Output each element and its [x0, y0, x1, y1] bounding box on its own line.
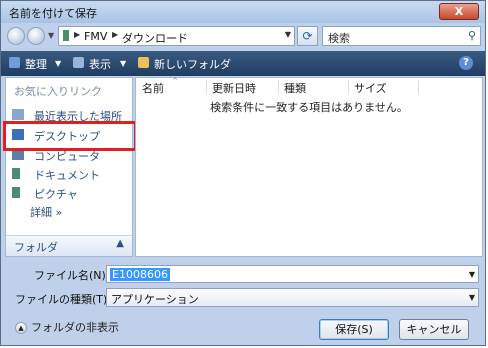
save-button[interactable]: 保存(S)	[319, 319, 389, 340]
chevron-down-icon: ▼	[55, 59, 62, 68]
filename-label: ファイル名(N):	[34, 269, 110, 282]
command-toolbar: 整理 ▼ 表示 ▼ 新しいフォルダ ?	[1, 51, 485, 76]
cancel-button[interactable]: キャンセル	[399, 319, 469, 340]
column-divider[interactable]	[418, 80, 419, 94]
address-bar[interactable]: ▶ FMV ▶ ダウンロード ▼	[58, 26, 295, 46]
breadcrumb-separator-icon[interactable]: ▶	[74, 30, 80, 39]
filetype-select[interactable]: アプリケーション ▼	[106, 288, 479, 307]
desktop-highlight-frame	[3, 121, 137, 151]
navigation-pane: お気に入りリンク 最近表示した場所 デスクトップ コンピュータ ドキュメント ピ…	[5, 77, 133, 257]
breadcrumb-separator-icon[interactable]: ▶	[112, 30, 118, 39]
pictures-icon	[12, 187, 20, 198]
search-icon[interactable]: ⚲	[468, 29, 476, 42]
filetype-value: アプリケーション	[111, 293, 199, 306]
organize-icon	[9, 57, 20, 68]
column-divider[interactable]	[206, 80, 207, 94]
new-folder-button[interactable]: 新しいフォルダ	[154, 56, 231, 72]
documents-icon	[12, 168, 20, 179]
column-header-date[interactable]: 更新日時	[212, 80, 256, 96]
save-as-dialog: 名前を付けて保存 X ▼ ▶ FMV ▶ ダウンロード ▼ ⟳ 検索 ⚲ 整理 …	[0, 0, 486, 346]
search-input[interactable]: 検索 ⚲	[322, 26, 481, 46]
refresh-button[interactable]: ⟳	[297, 26, 318, 46]
folders-label: フォルダ	[14, 241, 58, 254]
chevron-down-icon: ▼	[120, 59, 127, 68]
hide-folders-toggle[interactable]: ▲ フォルダの非表示	[15, 319, 119, 335]
breadcrumb-fmv[interactable]: FMV	[84, 30, 107, 43]
hide-folders-label: フォルダの非表示	[31, 321, 119, 334]
window-title: 名前を付けて保存	[9, 7, 97, 20]
empty-folder-message: 検索条件に一致する項目はありません。	[210, 101, 408, 114]
sidebar-item-pictures[interactable]: ピクチャ	[12, 184, 132, 202]
back-button[interactable]	[7, 27, 25, 45]
title-bar: 名前を付けて保存 X	[1, 1, 485, 23]
folders-toggle[interactable]: フォルダ ▲	[6, 235, 132, 256]
details-link[interactable]: 詳細 »	[30, 204, 62, 220]
chevron-down-icon[interactable]: ▼	[469, 270, 475, 279]
column-header-size[interactable]: サイズ	[354, 80, 387, 96]
sidebar-item-label: ピクチャ	[34, 188, 78, 201]
new-folder-icon	[138, 57, 149, 68]
favorite-links-header: お気に入りリンク	[14, 85, 102, 98]
search-placeholder: 検索	[328, 32, 350, 45]
breadcrumb-downloads[interactable]: ダウンロード	[122, 30, 188, 46]
address-row: ▼ ▶ FMV ▶ ダウンロード ▼ ⟳ 検索 ⚲	[1, 23, 485, 49]
views-icon	[73, 57, 84, 68]
column-divider[interactable]	[278, 80, 279, 94]
views-button[interactable]: 表示	[89, 56, 111, 72]
save-options-area: ファイル名(N): E1008606 ▼ ファイルの種類(T): アプリケーショ…	[1, 259, 485, 345]
close-icon: X	[454, 5, 464, 18]
refresh-icon: ⟳	[302, 29, 313, 43]
recent-places-icon	[12, 109, 24, 120]
recent-pages-dropdown[interactable]: ▼	[48, 31, 56, 41]
sort-arrow-icon: ^	[172, 77, 178, 85]
folder-icon	[63, 30, 69, 41]
file-list-pane: 名前 ^ 更新日時 種類 サイズ 検索条件に一致する項目はありません。	[135, 77, 483, 257]
column-header-type[interactable]: 種類	[284, 80, 306, 96]
filename-field[interactable]: E1008606 ▼	[106, 265, 479, 283]
help-icon[interactable]: ?	[459, 56, 473, 70]
filename-value: E1008606	[110, 268, 170, 281]
chevron-up-icon: ▲	[116, 238, 124, 249]
chevron-down-icon[interactable]: ▼	[285, 30, 291, 39]
sidebar-item-documents[interactable]: ドキュメント	[12, 165, 132, 183]
filetype-label: ファイルの種類(T):	[15, 293, 112, 306]
collapse-icon: ▲	[15, 322, 27, 334]
organize-button[interactable]: 整理	[25, 56, 47, 72]
column-divider[interactable]	[348, 80, 349, 94]
chevron-down-icon: ▼	[468, 293, 475, 302]
close-button[interactable]: X	[439, 3, 479, 20]
sidebar-item-label: ドキュメント	[34, 169, 100, 182]
column-header-name[interactable]: 名前	[142, 80, 164, 96]
forward-button[interactable]	[27, 27, 45, 45]
